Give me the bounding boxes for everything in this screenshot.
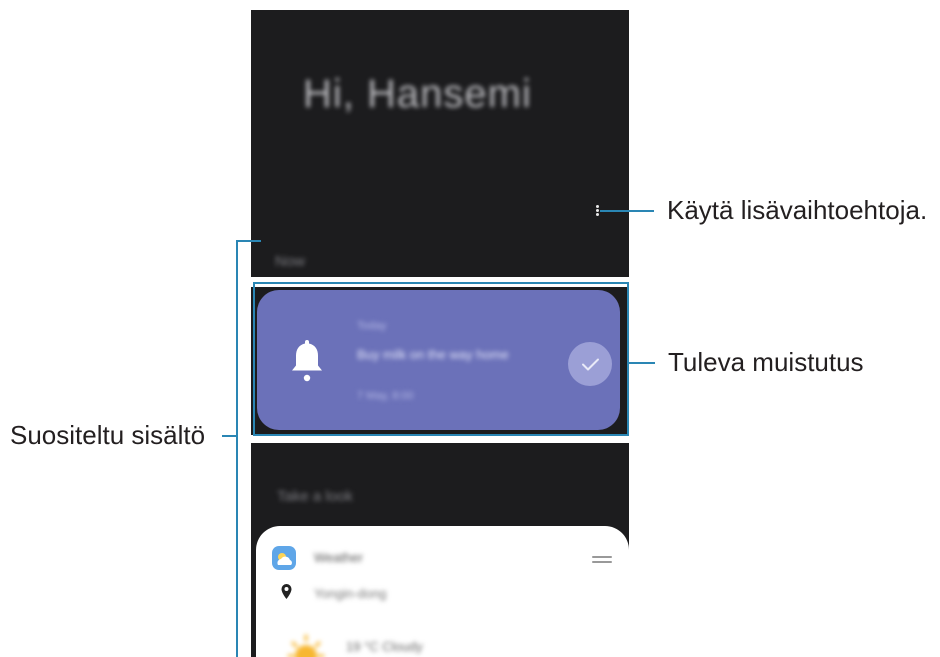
card-gap-bottom xyxy=(251,435,629,443)
callout-upcoming-reminder: Tuleva muistutus xyxy=(668,347,864,377)
highlight-reminder xyxy=(253,282,629,436)
section-title-take-a-look: Take a look xyxy=(277,488,353,505)
section-title-now: Now xyxy=(275,253,306,270)
sun-icon xyxy=(287,634,325,657)
bracket-top xyxy=(236,240,261,242)
callout-line-reminder xyxy=(627,362,655,364)
location-pin-icon xyxy=(281,584,292,599)
weather-temperature: 19 °C Cloudy xyxy=(346,639,423,654)
callout-recommended-content: Suositeltu sisältö xyxy=(10,420,206,450)
weather-app-label: Weather xyxy=(314,550,363,565)
callout-more-options: Käytä lisävaihtoehtoja. xyxy=(667,195,928,225)
greeting-text: Hi, Hansemi xyxy=(303,72,532,116)
callout-line-more-options xyxy=(600,210,654,212)
weather-menu-icon[interactable] xyxy=(592,556,612,564)
more-options-icon[interactable] xyxy=(594,204,600,220)
weather-app-icon xyxy=(272,546,296,570)
callout-line-recommended xyxy=(222,435,237,437)
bracket-vertical xyxy=(236,240,238,657)
weather-location: Yongin-dong xyxy=(314,586,387,601)
weather-card[interactable]: Weather Yongin-dong 19 °C Cloudy xyxy=(256,526,629,657)
